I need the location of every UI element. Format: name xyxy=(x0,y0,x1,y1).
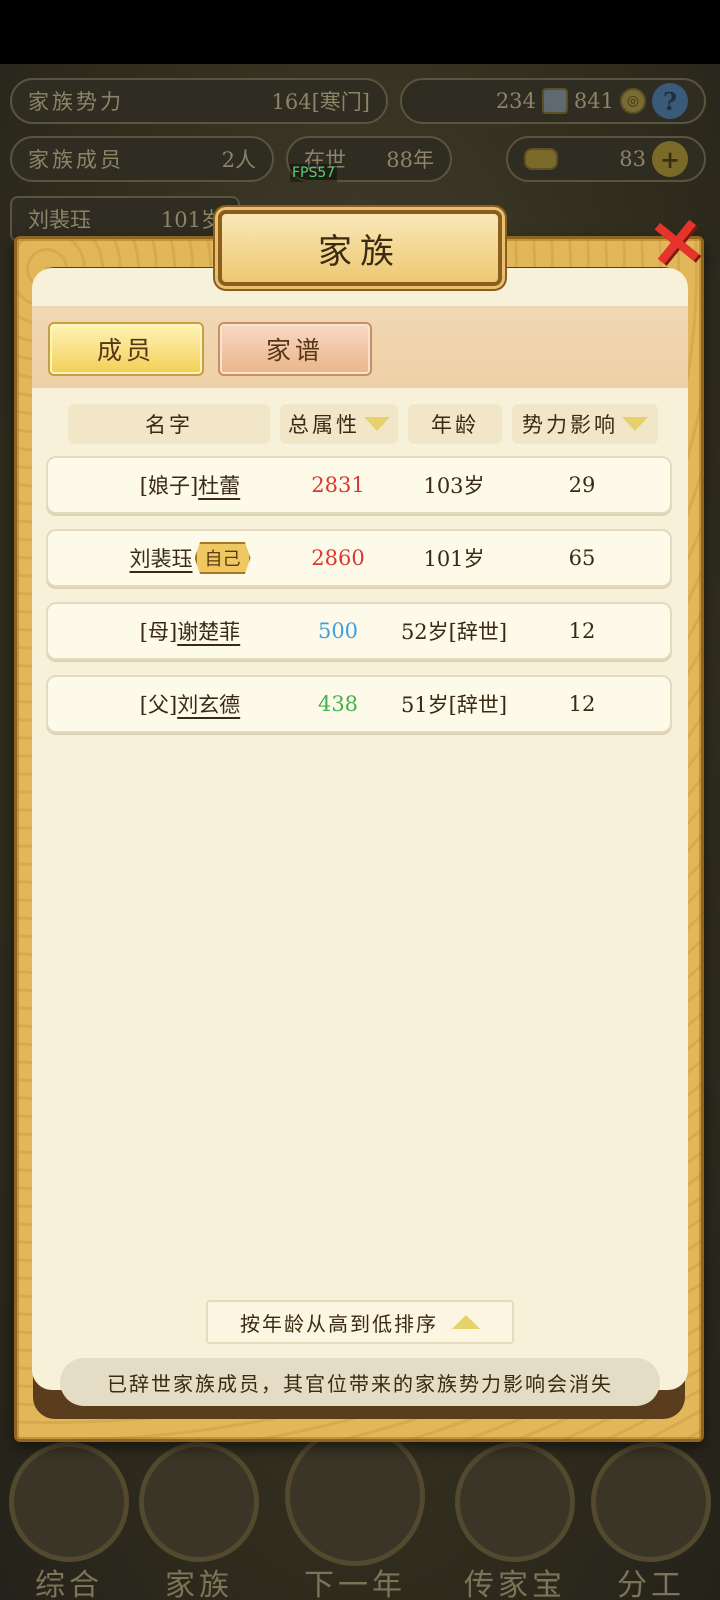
influence-value: 65 xyxy=(568,546,596,570)
fps-counter: FPS57 xyxy=(290,164,338,182)
family-power-label: 家族势力 xyxy=(28,90,124,114)
sort-down-icon xyxy=(364,417,390,431)
column-influence-label: 势力影响 xyxy=(522,413,618,437)
member-name-link[interactable]: 谢楚菲 xyxy=(177,616,240,646)
gold-panel[interactable]: 83 + xyxy=(506,136,706,182)
column-age-label: 年龄 xyxy=(431,413,479,437)
nav-division-label: 分工 xyxy=(617,1568,685,1600)
copper-value: 841 xyxy=(573,89,614,113)
sort-order-button[interactable]: 按年龄从高到低排序 xyxy=(206,1300,514,1344)
column-header-attr[interactable]: 总属性 xyxy=(280,404,398,444)
family-members-panel[interactable]: 家族成员 2人 xyxy=(10,136,274,182)
gold-value: 83 xyxy=(619,147,646,171)
tab-family-tree-label: 家谱 xyxy=(265,336,324,365)
relation-prefix: [父] xyxy=(139,693,178,717)
nav-division[interactable]: 分工 xyxy=(586,1418,716,1600)
family-members-label: 家族成员 xyxy=(28,148,124,172)
copper-coin-icon: ◎ xyxy=(620,88,646,114)
column-attr-label: 总属性 xyxy=(288,413,360,437)
family-members-value: 2人 xyxy=(221,148,256,172)
silver-value: 234 xyxy=(495,89,536,113)
sort-up-icon xyxy=(452,1315,480,1329)
silver-ingot-icon xyxy=(541,88,568,114)
tab-members-label: 成员 xyxy=(96,336,155,365)
member-name-link[interactable]: 杜蕾 xyxy=(198,470,240,500)
player-name: 刘裴珏 xyxy=(28,208,91,232)
tab-members[interactable]: 成员 xyxy=(48,322,204,376)
nav-family-label: 家族 xyxy=(165,1568,233,1600)
total-attr-value: 500 xyxy=(317,619,359,643)
nav-heirloom[interactable]: 传家宝 xyxy=(450,1418,580,1600)
scroll-icon xyxy=(9,1442,129,1562)
sort-down-icon xyxy=(622,417,648,431)
house-icon xyxy=(139,1442,259,1562)
dialog-title: 家族 xyxy=(318,231,402,272)
nav-next-year-label: 下一年 xyxy=(304,1568,406,1600)
currency-panel[interactable]: 234 841 ◎ ? xyxy=(400,78,706,124)
family-power-panel[interactable]: 家族势力 164[寒门] xyxy=(10,78,388,124)
status-bar xyxy=(0,0,720,64)
influence-value: 29 xyxy=(568,473,596,497)
close-x-icon: ✕ xyxy=(645,201,709,285)
close-button[interactable]: ✕ xyxy=(643,201,711,285)
nav-heirloom-label: 传家宝 xyxy=(464,1568,566,1600)
age-value: 101岁 xyxy=(423,547,485,571)
nav-family[interactable]: 家族 xyxy=(134,1418,264,1600)
dialog-title-plaque: 家族 xyxy=(218,210,502,286)
self-badge: 自己 xyxy=(194,542,251,574)
age-value: 52岁[辞世] xyxy=(400,620,508,644)
column-name-label: 名字 xyxy=(145,413,193,437)
influence-value: 12 xyxy=(568,692,596,716)
relation-prefix: [娘子] xyxy=(139,474,199,498)
member-name-link[interactable]: 刘裴珏 xyxy=(130,543,193,573)
total-attr-value: 2831 xyxy=(311,473,365,497)
column-header-age: 年龄 xyxy=(408,404,502,444)
age-value: 103岁 xyxy=(423,474,485,498)
table-row[interactable]: [母] 谢楚菲 500 52岁[辞世] 12 xyxy=(46,602,672,660)
plus-icon: + xyxy=(659,144,681,174)
total-attr-value: 438 xyxy=(317,692,359,716)
table-row[interactable]: [娘子] 杜蕾 2831 103岁 29 xyxy=(46,456,672,514)
tab-family-tree[interactable]: 家谱 xyxy=(218,322,372,376)
column-header-name: 名字 xyxy=(68,404,270,444)
member-name-link[interactable]: 刘玄德 xyxy=(177,689,240,719)
influence-value: 12 xyxy=(568,619,596,643)
deceased-notice-text: 已辞世家族成员，其官位带来的家族势力影响会消失 xyxy=(107,1371,613,1396)
nav-next-year[interactable]: 下一年 xyxy=(285,1418,425,1600)
question-icon: ? xyxy=(662,86,678,116)
nav-general[interactable]: 综合 xyxy=(4,1418,134,1600)
total-attr-value: 2860 xyxy=(311,546,365,570)
column-header-influence[interactable]: 势力影响 xyxy=(512,404,658,444)
age-value: 51岁[辞世] xyxy=(400,693,508,717)
add-gold-button[interactable]: + xyxy=(652,141,688,177)
alive-value: 88年 xyxy=(386,148,434,172)
person-icon xyxy=(591,1442,711,1562)
family-power-value: 164[寒门] xyxy=(271,90,370,114)
table-row[interactable]: [父] 刘玄德 438 51岁[辞世] 12 xyxy=(46,675,672,733)
table-row[interactable]: 刘裴珏 自己 2860 101岁 65 xyxy=(46,529,672,587)
bottom-nav: 综合 家族 下一年 传家宝 分工 xyxy=(0,1418,720,1600)
treasure-icon xyxy=(455,1442,575,1562)
player-age: 101岁 xyxy=(160,208,222,232)
help-button[interactable]: ? xyxy=(652,83,688,119)
nav-general-label: 综合 xyxy=(35,1568,103,1600)
mountain-icon xyxy=(285,1426,425,1566)
gold-ingot-icon xyxy=(524,148,558,170)
deceased-notice: 已辞世家族成员，其官位带来的家族势力影响会消失 xyxy=(60,1358,660,1406)
relation-prefix: [母] xyxy=(139,620,178,644)
sort-order-label: 按年龄从高到低排序 xyxy=(240,1311,438,1336)
